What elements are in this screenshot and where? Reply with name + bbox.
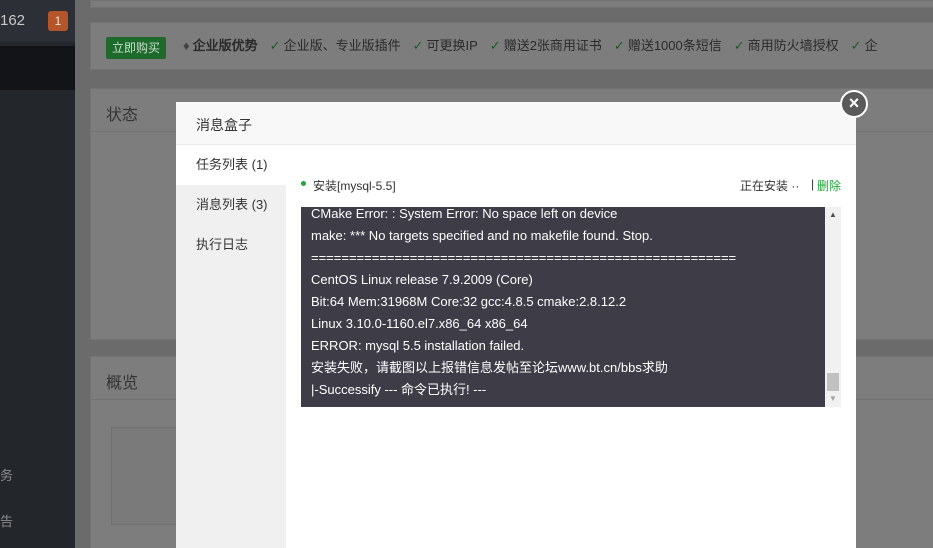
sidebar-number: 162 [0, 12, 26, 29]
check-icon: ✓ [613, 38, 625, 53]
feature-item: ✓ 商用防火墙授权 [734, 37, 839, 55]
sidebar-item-task[interactable]: 务 [0, 465, 13, 484]
task-name: 安装[mysql-5.5] [313, 179, 396, 193]
check-icon: ✓ [850, 38, 862, 53]
check-icon: ✓ [412, 38, 424, 53]
console-line: 安装失败，请截图以上报错信息发帖至论坛www.bt.cn/bbs求助 [311, 360, 668, 375]
console-line: ERROR: mysql 5.5 installation failed. [311, 338, 525, 353]
task-status: 正在安装 ·· [740, 179, 800, 193]
status-dot-icon [301, 181, 306, 186]
overview-card-title: 概览 [106, 375, 139, 392]
enterprise-advantage-label: 企业版优势 [192, 38, 258, 53]
sidebar-item-notice[interactable]: 告 [0, 511, 13, 530]
close-icon[interactable]: × [840, 90, 868, 118]
feature-label: 可更换IP [426, 38, 478, 53]
dialog-title: 消息盒子 [196, 117, 252, 133]
feature-item: ✓ 赠送2张商用证书 [490, 37, 602, 55]
check-icon: ✓ [733, 38, 745, 53]
feature-label: 商用防火墙授权 [747, 38, 839, 53]
dialog-content: 安装[mysql-5.5] 正在安装 ·· | 删除 CMake Error: … [286, 145, 856, 548]
enterprise-features-bar: 立即购买 ♦ 企业版优势 ✓ 企业版、专业版插件 ✓ 可更换IP ✓ 赠送2张商用证书… [90, 22, 933, 70]
top-card [90, 0, 933, 8]
console-line: ========================================… [311, 250, 737, 265]
tab-message-list[interactable]: 消息列表 (3) [176, 185, 286, 225]
sidebar: 162 1 务 告 [0, 0, 75, 548]
console-scrollbar[interactable]: ▲ ▼ [825, 207, 841, 407]
feature-item: ✓ 企 [851, 37, 878, 55]
feature-label: 企业版、专业版插件 [283, 38, 401, 53]
feature-label: 企 [864, 38, 878, 53]
check-icon: ✓ [489, 38, 501, 53]
console-line: |-Successify --- 命令已执行! --- [311, 382, 487, 397]
tab-task-list[interactable]: 任务列表 (1) [176, 145, 286, 185]
scroll-down-arrow-icon[interactable]: ▼ [825, 391, 841, 407]
feature-item: ✓ 可更换IP [413, 37, 478, 55]
console-line: Bit:64 Mem:31968M Core:32 gcc:4.8.5 cmak… [311, 294, 627, 309]
scrollbar-thumb[interactable] [827, 373, 839, 391]
feature-item: ✓ 赠送1000条短信 [614, 37, 722, 55]
dialog-header: 消息盒子 [176, 102, 856, 145]
console-line: make: *** No targets specified and no ma… [311, 228, 653, 243]
message-box-dialog: 消息盒子 × 任务列表 (1) 消息列表 (3) 执行日志 安装[mysql-5… [176, 90, 868, 548]
task-row: 安装[mysql-5.5] 正在安装 ·· | 删除 [301, 175, 841, 193]
tab-execution-log[interactable]: 执行日志 [176, 225, 286, 265]
console-lines: CMake Error: : System Error: No space le… [311, 207, 821, 401]
scroll-up-arrow-icon[interactable]: ▲ [825, 207, 841, 223]
diamond-icon: ♦ [183, 38, 190, 53]
feature-item: ✓ 企业版、专业版插件 [270, 37, 401, 55]
feature-label: 赠送2张商用证书 [503, 38, 602, 53]
install-log-console[interactable]: CMake Error: : System Error: No space le… [301, 207, 841, 407]
buy-now-button[interactable]: 立即购买 [106, 37, 167, 59]
status-card-title: 状态 [106, 107, 139, 124]
console-line: Linux 3.10.0-1160.el7.x86_64 x86_64 [311, 316, 528, 331]
sidebar-header: 162 1 [0, 0, 75, 42]
check-icon: ✓ [269, 38, 281, 53]
sidebar-item-active[interactable] [0, 46, 75, 90]
enterprise-advantage: ♦ 企业版优势 [183, 37, 258, 55]
delete-task-link[interactable]: 删除 [817, 177, 841, 194]
console-line: CentOS Linux release 7.9.2009 (Core) [311, 272, 533, 287]
feature-label: 赠送1000条短信 [627, 38, 722, 53]
task-separator: | [811, 177, 815, 191]
console-line: CMake Error: : System Error: No space le… [311, 207, 618, 221]
notification-badge[interactable]: 1 [48, 11, 68, 31]
feature-list: ♦ 企业版优势 ✓ 企业版、专业版插件 ✓ 可更换IP ✓ 赠送2张商用证书 ✓ 赠送1… [183, 37, 878, 55]
dialog-tabs: 任务列表 (1) 消息列表 (3) 执行日志 [176, 145, 286, 548]
